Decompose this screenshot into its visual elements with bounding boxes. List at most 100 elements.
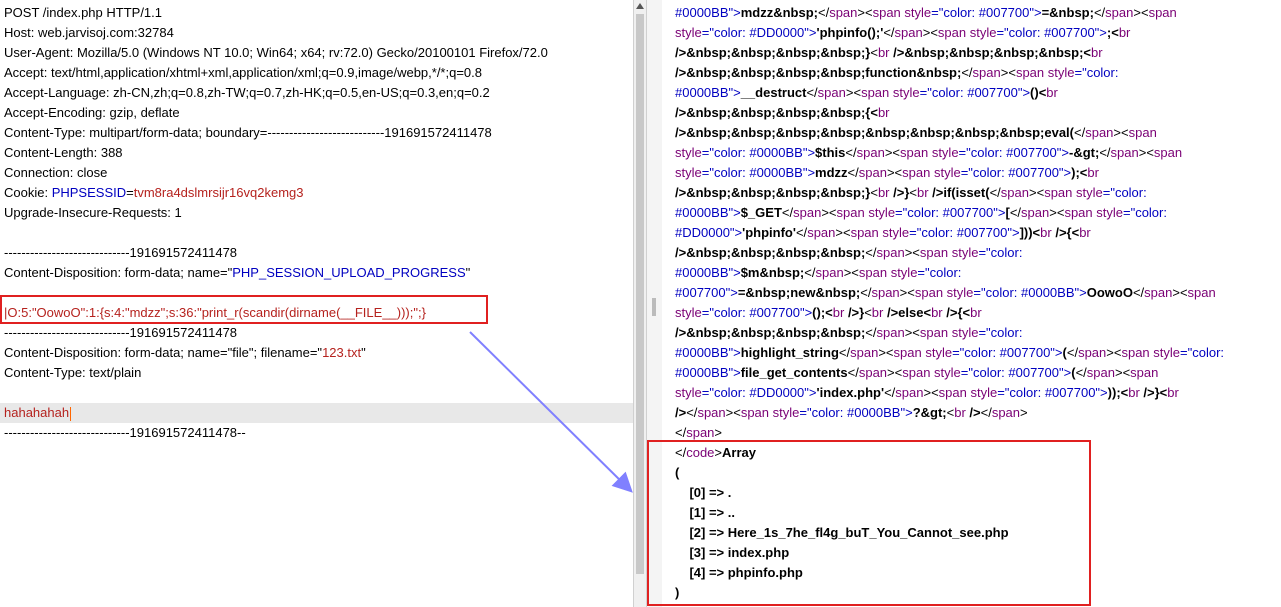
- punct: ><: [835, 225, 851, 240]
- attr-value: ="color: #007700">: [895, 205, 1006, 220]
- response-line: #0000BB">mdzz&nbsp;</span><span style="c…: [675, 3, 1177, 23]
- tag-name: span: [902, 165, 934, 180]
- tag-name: span: [937, 25, 970, 40]
- attr-name: style: [892, 85, 920, 100]
- punct: ><: [1133, 5, 1149, 20]
- response-line: />&nbsp;&nbsp;&nbsp;&nbsp;}<br />}<br />…: [675, 183, 1147, 203]
- punct: ><: [1172, 285, 1188, 300]
- code-text: OowoO: [1086, 285, 1133, 300]
- punct: ><: [887, 365, 903, 380]
- punct: </: [804, 265, 816, 280]
- attr-value: #DD0000">: [675, 225, 743, 240]
- punct: </: [806, 85, 818, 100]
- tag-name: span: [1086, 365, 1115, 380]
- punct: </: [961, 65, 973, 80]
- punct: </: [1093, 5, 1106, 20]
- punct: ><: [1114, 365, 1131, 380]
- tag-name: br: [931, 305, 947, 320]
- code-text: />: [969, 405, 981, 420]
- response-line: #0000BB">$_GET</span><span style="color:…: [675, 203, 1167, 223]
- attr-value: #0000BB">: [675, 365, 741, 380]
- tag-name: span: [1044, 185, 1076, 200]
- tag-name: br: [916, 185, 933, 200]
- response-line: /></span><span style="color: #0000BB">?&…: [675, 403, 1028, 423]
- punct: ><: [821, 205, 837, 220]
- tag-name: br: [1091, 45, 1103, 60]
- attr-value: #0000BB">: [675, 265, 741, 280]
- tag-name: span: [807, 225, 836, 240]
- attr-value: ="color: #0000BB">: [799, 405, 913, 420]
- tag-name: span: [871, 285, 900, 300]
- code-text: />&nbsp;&nbsp;&nbsp;&nbsp;: [675, 325, 866, 340]
- punct: ><: [1049, 205, 1065, 220]
- punct: <: [909, 185, 917, 200]
- code-text: ;<: [1106, 25, 1119, 40]
- response-line: />&nbsp;&nbsp;&nbsp;&nbsp;&nbsp;&nbsp;&n…: [675, 123, 1157, 143]
- upgrade-header: Upgrade-Insecure-Requests: 1: [4, 205, 182, 220]
- payload-highlight-box: [0, 295, 488, 324]
- code-text: file_get_contents: [740, 365, 848, 380]
- code-text: highlight_string: [740, 345, 839, 360]
- punct: </: [1074, 125, 1086, 140]
- punct: ><: [904, 325, 920, 340]
- tag-name: span: [686, 425, 715, 440]
- punct: ><: [886, 165, 903, 180]
- content-type-2: Content-Type: text/plain: [4, 365, 142, 380]
- tag-name: span: [894, 25, 923, 40]
- cookie-header: Cookie: PHPSESSID=tvm8ra4dslmrsijr16vq2k…: [4, 183, 304, 203]
- punct: </: [1009, 205, 1022, 220]
- cookie-label: Cookie:: [4, 185, 52, 200]
- tag-name: span: [793, 205, 822, 220]
- current-line-highlight: [0, 403, 633, 423]
- attr-name: style: [1047, 65, 1075, 80]
- code-text: />&nbsp;&nbsp;&nbsp;&nbsp;}: [675, 185, 871, 200]
- response-line: #0000BB">$m&nbsp;</span><span style="col…: [675, 263, 961, 283]
- attr-value: ="color:: [978, 245, 1023, 260]
- splitter-grip-icon[interactable]: [652, 298, 656, 316]
- punct: </: [686, 405, 698, 420]
- tag-name: span: [836, 205, 869, 220]
- attr-name: style: [675, 145, 702, 160]
- punct: </: [795, 225, 808, 240]
- tag-name: span: [697, 405, 726, 420]
- code-text: />&nbsp;&nbsp;&nbsp;&nbsp;<: [893, 45, 1091, 60]
- response-line: />&nbsp;&nbsp;&nbsp;&nbsp;</span><span s…: [675, 243, 1022, 263]
- attr-name: style: [868, 205, 896, 220]
- tag-name: br: [1118, 25, 1131, 40]
- response-line: style="color: #007700">();<br />}<br />e…: [675, 303, 982, 323]
- tag-name: span: [858, 165, 887, 180]
- tag-name: span: [893, 345, 926, 360]
- tag-name: span: [856, 145, 885, 160]
- code-text: />}<: [1143, 385, 1168, 400]
- punct: </: [865, 245, 877, 260]
- tag-name: span: [1078, 345, 1107, 360]
- tag-name: span: [872, 5, 905, 20]
- punct: </: [1099, 145, 1111, 160]
- punct: ><: [1106, 345, 1122, 360]
- filename-value: 123.txt: [322, 345, 362, 360]
- tag-name: span: [1128, 125, 1157, 140]
- punct: ><: [725, 405, 741, 420]
- scrollbar-thumb[interactable]: [636, 14, 644, 574]
- attr-value: ="color: #0000BB">: [701, 145, 816, 160]
- punct: ><: [878, 345, 894, 360]
- punct: </: [845, 145, 857, 160]
- attr-value: ="color: #007700">: [919, 85, 1031, 100]
- attr-name: style: [951, 325, 979, 340]
- punct: ><: [1000, 65, 1016, 80]
- cookie-value: tvm8ra4dslmrsijr16vq2kemg3: [133, 185, 304, 200]
- tag-name: br: [1128, 385, 1144, 400]
- response-line: />&nbsp;&nbsp;&nbsp;&nbsp;function&nbsp;…: [675, 63, 1118, 83]
- punct: </: [781, 205, 794, 220]
- response-line: style="color: #0000BB">mdzz</span><span …: [675, 163, 1099, 183]
- tag-name: br: [877, 185, 894, 200]
- tag-name: span: [1148, 5, 1177, 20]
- request-scrollbar[interactable]: [633, 0, 647, 607]
- boundary-end: -----------------------------19169157241…: [4, 425, 246, 440]
- code-text: mdzz: [815, 165, 848, 180]
- punct: </: [989, 185, 1001, 200]
- tag-name: br: [832, 305, 848, 320]
- file-content-line[interactable]: hahahahah: [4, 403, 72, 423]
- scroll-up-arrow-icon[interactable]: [636, 3, 644, 9]
- tag-name: span: [1064, 205, 1097, 220]
